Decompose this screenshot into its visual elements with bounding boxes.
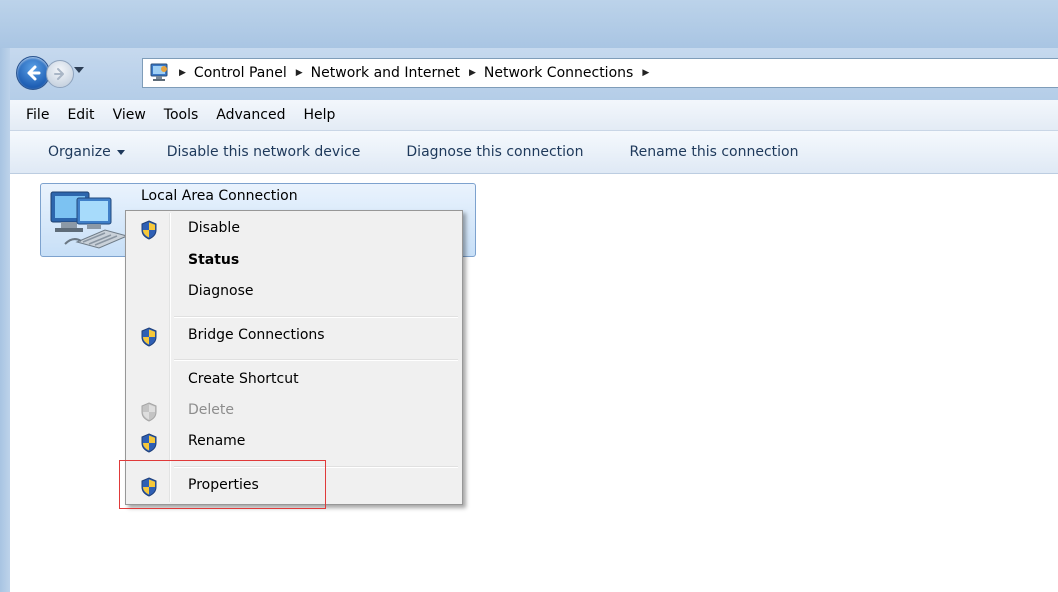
diagnose-connection-button[interactable]: Diagnose this connection <box>406 144 583 160</box>
context-menu-label: Disable <box>188 220 240 236</box>
uac-shield-icon <box>141 327 157 347</box>
back-arrow-icon <box>27 65 41 81</box>
forward-arrow-icon <box>54 68 64 80</box>
context-menu-label: Status <box>188 252 240 268</box>
menu-help[interactable]: Help <box>294 107 344 123</box>
context-menu-item-disable[interactable]: Disable <box>128 215 460 243</box>
context-menu-item-delete: Delete <box>128 397 460 425</box>
menu-file[interactable]: File <box>10 107 58 123</box>
context-menu-item-diagnose[interactable]: Diagnose <box>128 278 460 306</box>
context-menu-separator <box>174 316 458 318</box>
chevron-right-icon[interactable]: ▶ <box>642 68 649 78</box>
breadcrumb: ▶ Control Panel ▶ Network and Internet ▶… <box>179 65 657 81</box>
chevron-right-icon[interactable]: ▶ <box>469 68 476 78</box>
context-menu-item-create-shortcut[interactable]: Create Shortcut <box>128 366 460 394</box>
connection-name: Local Area Connection <box>141 188 298 204</box>
uac-shield-icon <box>141 477 157 497</box>
menu-tools[interactable]: Tools <box>155 107 208 123</box>
context-menu-item-bridge-connections[interactable]: Bridge Connections <box>128 322 460 350</box>
context-menu-item-properties[interactable]: Properties <box>128 472 460 500</box>
rename-connection-button[interactable]: Rename this connection <box>629 144 798 160</box>
context-menu-label: Bridge Connections <box>188 327 325 343</box>
context-menu: Disable Status Diagnose Bridge Connectio… <box>125 210 463 505</box>
chevron-right-icon[interactable]: ▶ <box>179 68 186 78</box>
context-menu-separator <box>174 359 458 361</box>
breadcrumb-network-and-internet[interactable]: Network and Internet <box>311 65 460 81</box>
context-menu-label: Rename <box>188 433 246 449</box>
uac-shield-disabled-icon <box>141 402 157 422</box>
uac-shield-icon <box>141 433 157 453</box>
context-menu-label: Delete <box>188 402 234 418</box>
chevron-right-icon[interactable]: ▶ <box>296 68 303 78</box>
command-bar: Organize Disable this network device Dia… <box>10 131 1058 174</box>
menu-advanced[interactable]: Advanced <box>207 107 294 123</box>
breadcrumb-control-panel[interactable]: Control Panel <box>194 65 287 81</box>
window-frame-left <box>0 48 10 592</box>
network-adapter-icon <box>47 186 137 252</box>
context-menu-label: Diagnose <box>188 283 254 299</box>
recent-pages-dropdown[interactable] <box>74 67 84 73</box>
chevron-down-icon <box>116 149 125 155</box>
menu-view[interactable]: View <box>104 107 155 123</box>
context-menu-label: Properties <box>188 477 259 493</box>
organize-label: Organize <box>48 144 111 160</box>
window-title-area <box>0 0 1058 48</box>
breadcrumb-network-connections[interactable]: Network Connections <box>484 65 633 81</box>
menu-bar: File Edit View Tools Advanced Help <box>10 100 1058 131</box>
address-bar[interactable]: ▶ Control Panel ▶ Network and Internet ▶… <box>142 58 1058 88</box>
context-menu-separator <box>174 466 458 468</box>
context-menu-item-rename[interactable]: Rename <box>128 428 460 456</box>
uac-shield-icon <box>141 220 157 240</box>
context-menu-item-status[interactable]: Status <box>128 247 460 275</box>
forward-button[interactable] <box>46 60 74 88</box>
control-panel-icon <box>149 63 171 83</box>
disable-device-button[interactable]: Disable this network device <box>167 144 361 160</box>
back-button[interactable] <box>16 56 50 90</box>
menu-edit[interactable]: Edit <box>58 107 103 123</box>
organize-button[interactable]: Organize <box>48 144 125 160</box>
context-menu-label: Create Shortcut <box>188 371 299 387</box>
